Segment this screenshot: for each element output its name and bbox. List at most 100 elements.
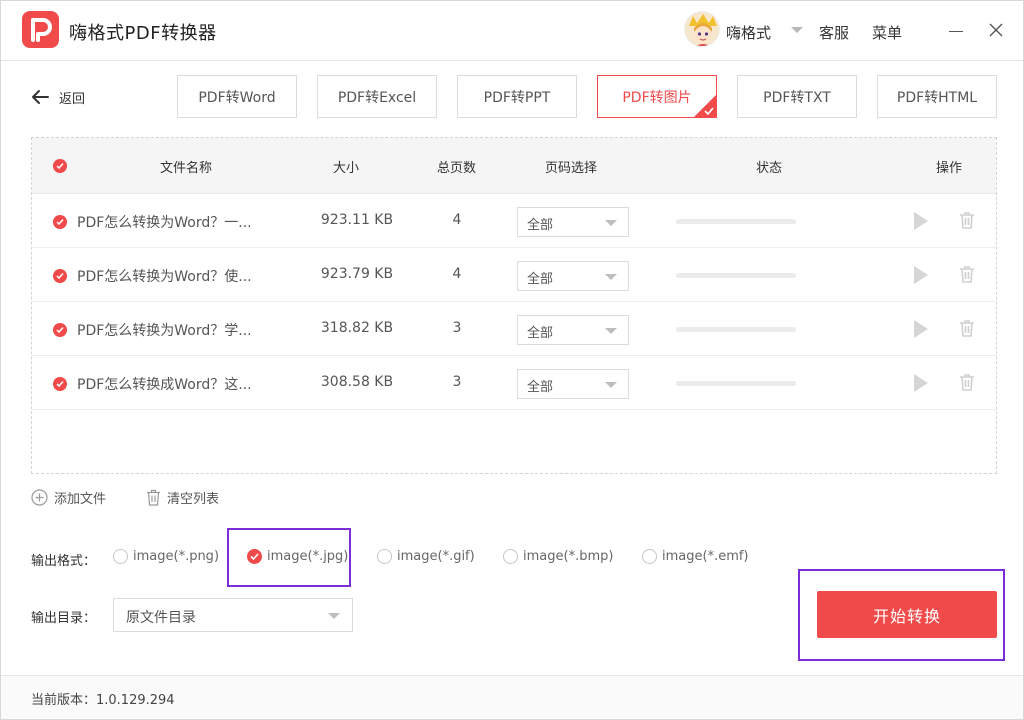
radio-circle bbox=[377, 549, 392, 564]
tab-pdf-to-word[interactable]: PDF转Word bbox=[177, 75, 297, 118]
app-title: 嗨格式PDF转换器 bbox=[69, 23, 217, 44]
chevron-down-icon bbox=[605, 220, 617, 226]
page-select-dropdown[interactable]: 全部 bbox=[517, 315, 629, 345]
title-bar: 嗨格式PDF转换器 嗨格式 客服 菜单 bbox=[1, 1, 1023, 61]
row-checkbox[interactable] bbox=[53, 377, 67, 391]
header-total-pages: 总页数 bbox=[437, 161, 477, 176]
tab-pdf-to-excel[interactable]: PDF转Excel bbox=[317, 75, 437, 118]
table-header: 文件名称 大小 总页数 页码选择 状态 操作 bbox=[32, 138, 996, 194]
output-dir-label: 输出目录： bbox=[31, 611, 97, 626]
version-text: 当前版本：1.0.129.294 bbox=[31, 693, 175, 708]
table-row: PDF怎么转换成Word？这... 308.58 KB 3 全部 bbox=[32, 356, 996, 410]
close-icon[interactable] bbox=[987, 21, 1005, 39]
chevron-down-icon[interactable] bbox=[791, 27, 803, 33]
tab-pdf-to-html[interactable]: PDF转HTML bbox=[877, 75, 997, 118]
page-select-value: 全部 bbox=[527, 380, 554, 395]
clear-list-button[interactable]: 清空列表 bbox=[146, 488, 219, 507]
header-page-select: 页码选择 bbox=[545, 161, 598, 176]
header-file-name: 文件名称 bbox=[160, 161, 213, 176]
status-footer: 当前版本：1.0.129.294 bbox=[1, 675, 1023, 719]
add-file-button[interactable]: 添加文件 bbox=[31, 488, 106, 507]
user-name[interactable]: 嗨格式 bbox=[726, 22, 771, 43]
play-icon[interactable] bbox=[914, 212, 928, 230]
output-dir-dropdown[interactable]: 原文件目录 bbox=[113, 598, 353, 632]
customer-service-link[interactable]: 客服 bbox=[819, 22, 849, 43]
page-select-dropdown[interactable]: 全部 bbox=[517, 261, 629, 291]
file-name: PDF怎么转换为Word？学... bbox=[77, 323, 252, 339]
format-radio-emf[interactable]: image(*.emf) bbox=[642, 549, 749, 564]
format-radio-png[interactable]: image(*.png) bbox=[113, 549, 219, 564]
output-dir-value: 原文件目录 bbox=[126, 610, 196, 626]
minimize-icon[interactable] bbox=[949, 31, 963, 32]
tab-pdf-to-ppt[interactable]: PDF转PPT bbox=[457, 75, 577, 118]
file-size: 923.79 KB bbox=[320, 266, 394, 282]
format-label: image(*.png) bbox=[133, 549, 220, 564]
format-radio-bmp[interactable]: image(*.bmp) bbox=[503, 549, 613, 564]
output-format-label: 输出格式： bbox=[31, 554, 97, 569]
format-label: image(*.bmp) bbox=[523, 549, 614, 564]
play-icon[interactable] bbox=[914, 320, 928, 338]
arrow-left-icon bbox=[32, 90, 49, 104]
page-select-value: 全部 bbox=[527, 272, 554, 287]
select-all-checkbox[interactable] bbox=[53, 159, 67, 173]
tab-pdf-to-image-label: PDF转图片 bbox=[622, 89, 692, 106]
play-icon[interactable] bbox=[914, 374, 928, 392]
page-select-value: 全部 bbox=[527, 326, 554, 341]
status-progress-bar bbox=[676, 327, 796, 332]
page-select-dropdown[interactable]: 全部 bbox=[517, 207, 629, 237]
file-pages: 4 bbox=[452, 212, 462, 228]
back-label: 返回 bbox=[59, 91, 86, 107]
file-table: 文件名称 大小 总页数 页码选择 状态 操作 PDF怎么转换为Word？一...… bbox=[31, 137, 997, 474]
app-logo-icon bbox=[22, 11, 59, 48]
trash-icon[interactable] bbox=[959, 373, 975, 391]
row-checkbox[interactable] bbox=[53, 269, 67, 283]
highlight-box-jpg bbox=[227, 528, 351, 587]
format-label: image(*.gif) bbox=[397, 549, 475, 564]
table-row: PDF怎么转换为Word？使... 923.79 KB 4 全部 bbox=[32, 248, 996, 302]
tab-pdf-to-txt[interactable]: PDF转TXT bbox=[737, 75, 857, 118]
radio-circle bbox=[113, 549, 128, 564]
page-select-dropdown[interactable]: 全部 bbox=[517, 369, 629, 399]
file-name: PDF怎么转换成Word？这... bbox=[77, 377, 252, 393]
back-button[interactable]: 返回 bbox=[30, 87, 85, 107]
file-pages: 4 bbox=[452, 266, 462, 282]
status-progress-bar bbox=[676, 219, 796, 224]
file-pages: 3 bbox=[452, 320, 462, 336]
file-name: PDF怎么转换为Word？使... bbox=[77, 269, 252, 285]
trash-icon[interactable] bbox=[959, 211, 975, 229]
row-checkbox[interactable] bbox=[53, 215, 67, 229]
highlight-box-start bbox=[798, 569, 1005, 661]
play-icon[interactable] bbox=[914, 266, 928, 284]
status-progress-bar bbox=[676, 381, 796, 386]
file-pages: 3 bbox=[452, 374, 462, 390]
plus-circle-icon bbox=[31, 489, 48, 506]
trash-icon bbox=[147, 489, 160, 506]
app-window: 嗨格式PDF转换器 嗨格式 客服 菜单 返回 PDF转Word PDF转Exce… bbox=[0, 0, 1024, 720]
menu-link[interactable]: 菜单 bbox=[872, 22, 902, 43]
radio-circle bbox=[642, 549, 657, 564]
file-size: 308.58 KB bbox=[320, 374, 394, 390]
tab-pdf-to-image[interactable]: PDF转图片 bbox=[597, 75, 717, 118]
file-size: 923.11 KB bbox=[320, 212, 394, 228]
add-file-label: 添加文件 bbox=[54, 492, 107, 507]
trash-icon[interactable] bbox=[959, 319, 975, 337]
clear-list-label: 清空列表 bbox=[167, 492, 220, 507]
format-radio-gif[interactable]: image(*.gif) bbox=[377, 549, 475, 564]
header-actions: 操作 bbox=[936, 161, 963, 176]
header-status: 状态 bbox=[756, 161, 783, 176]
radio-circle bbox=[503, 549, 518, 564]
chevron-down-icon bbox=[605, 328, 617, 334]
file-size: 318.82 KB bbox=[320, 320, 394, 336]
chevron-down-icon bbox=[605, 274, 617, 280]
format-label: image(*.emf) bbox=[662, 549, 749, 564]
header-size: 大小 bbox=[333, 161, 360, 176]
chevron-down-icon bbox=[328, 613, 340, 619]
chevron-down-icon bbox=[605, 382, 617, 388]
trash-icon[interactable] bbox=[959, 265, 975, 283]
status-progress-bar bbox=[676, 273, 796, 278]
page-select-value: 全部 bbox=[527, 218, 554, 233]
check-icon bbox=[704, 107, 714, 115]
user-avatar[interactable] bbox=[684, 11, 720, 47]
table-row: PDF怎么转换为Word？学... 318.82 KB 3 全部 bbox=[32, 302, 996, 356]
row-checkbox[interactable] bbox=[53, 323, 67, 337]
